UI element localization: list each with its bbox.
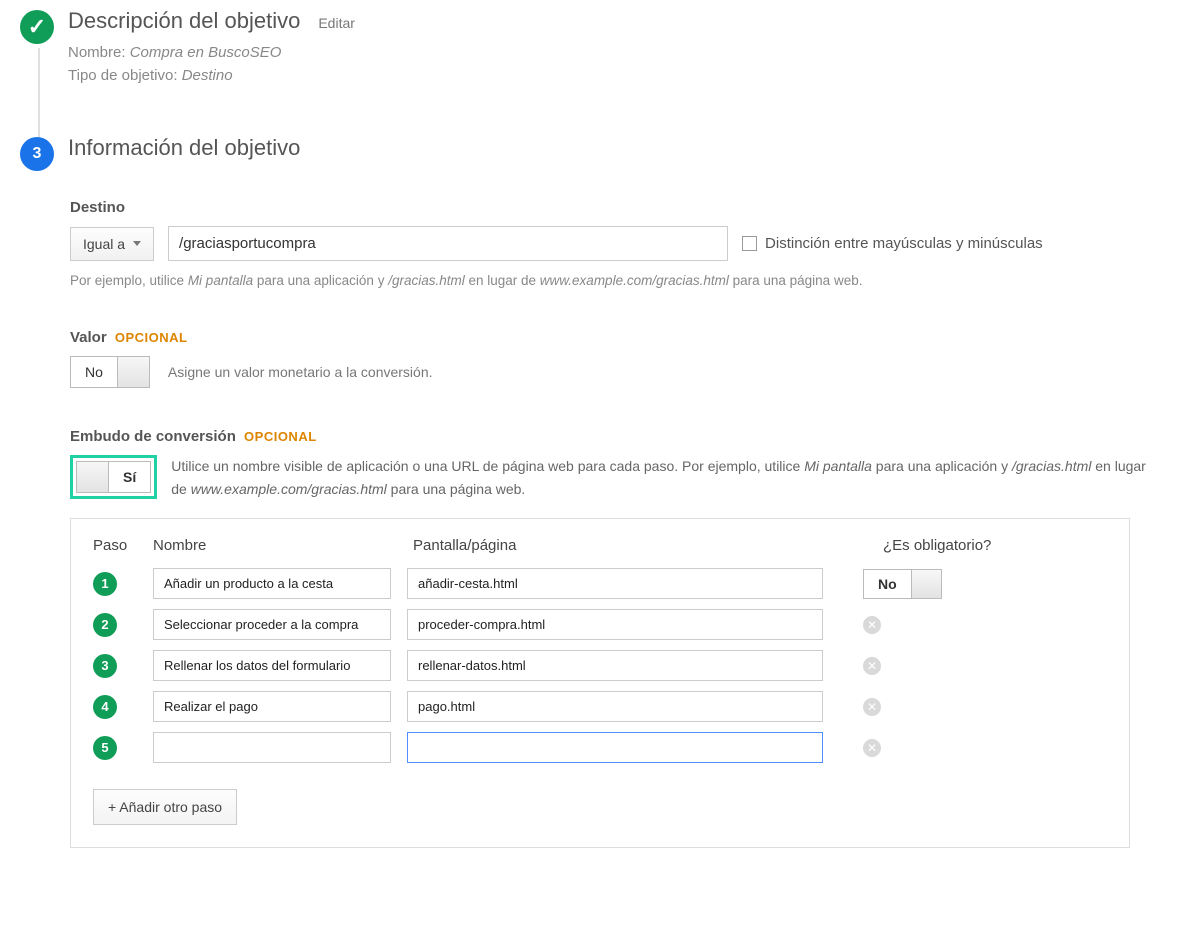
funnel-step-row: 1 No <box>93 568 1107 599</box>
col-nombre: Nombre <box>153 537 407 554</box>
embudo-label: Embudo de conversión OPCIONAL <box>70 428 1200 445</box>
valor-section: Valor OPCIONAL No Asigne un valor moneta… <box>70 329 1200 388</box>
step-name-input[interactable] <box>153 609 391 640</box>
valor-toggle-label: No <box>71 357 117 387</box>
add-step-button[interactable]: + Añadir otro paso <box>93 789 237 825</box>
goal-description-step: ✓ Descripción del objetivo Editar Nombre… <box>0 0 1200 87</box>
funnel-step-row: 5✕ <box>93 732 1107 763</box>
type-value: Destino <box>182 67 233 84</box>
embudo-toggle-label: Sí <box>109 462 150 492</box>
required-toggle-label: No <box>864 570 911 598</box>
funnel-step-row: 4✕ <box>93 691 1107 722</box>
embudo-toggle[interactable]: Sí <box>76 461 151 493</box>
step-number-badge: 3 <box>93 654 117 678</box>
embudo-help-text: Utilice un nombre visible de aplicación … <box>171 455 1151 500</box>
col-pantalla: Pantalla/página <box>413 537 843 554</box>
funnel-step-row: 3✕ <box>93 650 1107 681</box>
remove-step-icon[interactable]: ✕ <box>863 739 881 757</box>
step-url-input[interactable] <box>407 568 823 599</box>
step-number-badge: 1 <box>93 572 117 596</box>
step-name-input[interactable] <box>153 691 391 722</box>
toggle-handle <box>77 462 109 492</box>
case-sensitive-checkbox[interactable] <box>742 236 757 251</box>
match-type-value: Igual a <box>83 236 125 252</box>
destino-section: Destino Igual a Distinción entre mayúscu… <box>70 199 1200 291</box>
step-name-input[interactable] <box>153 650 391 681</box>
step-url-input[interactable] <box>407 609 823 640</box>
name-value: Compra en BuscoSEO <box>130 44 282 61</box>
col-oblig: ¿Es obligatorio? <box>883 537 1003 554</box>
chevron-down-icon <box>133 241 141 246</box>
destino-hint: Por ejemplo, utilice Mi pantalla para un… <box>70 271 1200 291</box>
required-toggle-wrap: No <box>863 569 942 599</box>
valor-toggle[interactable]: No <box>70 356 150 388</box>
destination-url-input[interactable] <box>168 226 728 261</box>
funnel-step-row: 2✕ <box>93 609 1107 640</box>
embudo-toggle-highlight: Sí <box>70 455 157 499</box>
funnel-steps-panel: Paso Nombre Pantalla/página ¿Es obligato… <box>70 518 1130 848</box>
name-label: Nombre: <box>68 44 126 61</box>
step1-meta: Nombre: Compra en BuscoSEO Tipo de objet… <box>68 42 1200 87</box>
funnel-header: Paso Nombre Pantalla/página ¿Es obligato… <box>93 537 1107 554</box>
destino-label: Destino <box>70 199 1200 216</box>
step-number: 3 <box>33 145 42 163</box>
required-toggle[interactable]: No <box>863 569 942 599</box>
step-number-badge: 2 <box>93 613 117 637</box>
case-sensitive-label: Distinción entre mayúsculas y minúsculas <box>765 235 1043 252</box>
step-name-input[interactable] <box>153 568 391 599</box>
col-paso: Paso <box>93 537 153 554</box>
step-number-badge: 5 <box>93 736 117 760</box>
match-type-select[interactable]: Igual a <box>70 227 154 261</box>
valor-text: Asigne un valor monetario a la conversió… <box>168 364 433 380</box>
goal-info-step: 3 Información del objetivo <box>0 127 1200 171</box>
step-url-input[interactable] <box>407 650 823 681</box>
step-badge-done: ✓ <box>20 10 54 44</box>
toggle-handle <box>117 357 149 387</box>
step1-title: Descripción del objetivo <box>68 8 300 34</box>
step-url-input[interactable] <box>407 732 823 763</box>
remove-step-icon[interactable]: ✕ <box>863 698 881 716</box>
step2-title: Información del objetivo <box>68 135 300 161</box>
embudo-section: Embudo de conversión OPCIONAL Sí Utilice… <box>70 428 1200 500</box>
step-badge-active: 3 <box>20 137 54 171</box>
step-number-badge: 4 <box>93 695 117 719</box>
valor-label: Valor OPCIONAL <box>70 329 1200 346</box>
edit-link[interactable]: Editar <box>318 15 355 31</box>
remove-step-icon[interactable]: ✕ <box>863 616 881 634</box>
check-icon: ✓ <box>28 16 46 38</box>
type-label: Tipo de objetivo: <box>68 67 178 84</box>
toggle-handle <box>911 570 941 598</box>
step-url-input[interactable] <box>407 691 823 722</box>
remove-step-icon[interactable]: ✕ <box>863 657 881 675</box>
step-name-input[interactable] <box>153 732 391 763</box>
